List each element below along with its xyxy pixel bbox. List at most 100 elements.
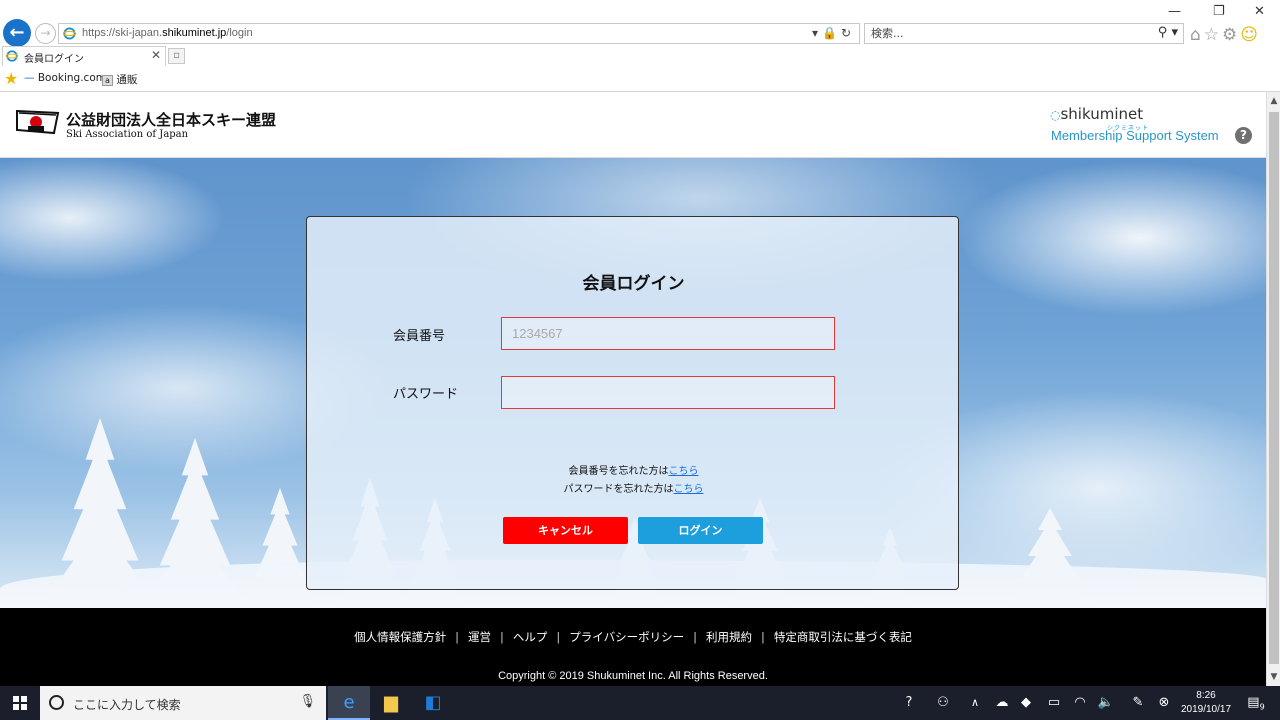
people-icon[interactable]: ⚇	[932, 686, 954, 720]
refresh-icon[interactable]: ↻	[841, 26, 855, 40]
favorite-booking-label: Booking.com	[37, 72, 106, 84]
login-button[interactable]: ログイン	[638, 517, 763, 544]
help-button[interactable]: ?	[1235, 127, 1252, 144]
scroll-thumb[interactable]	[1269, 112, 1279, 664]
footer-link-help[interactable]: ヘルプ	[513, 630, 548, 644]
notification-center-icon[interactable]: ▤9	[1244, 686, 1268, 720]
address-tools: ▾🔒↻	[812, 26, 855, 40]
search-icon[interactable]: ⚲	[1158, 25, 1168, 40]
favorite-booking[interactable]: — Booking.com	[24, 72, 106, 84]
taskbar-search-text: ここに入力して検索	[73, 698, 181, 712]
show-hidden-icons-chevron-icon[interactable]: ∧	[966, 686, 984, 720]
favorites-star-icon[interactable]: ★	[4, 69, 18, 88]
smiley-feedback-icon[interactable]: ☺	[1240, 25, 1261, 45]
address-url[interactable]: https://ski-japan.shikuminet.jp/login	[82, 27, 253, 39]
brand-name: shikuminet	[1060, 105, 1144, 123]
tab-strip: 会員ログイン ✕ ▫	[0, 46, 1280, 66]
booking-icon: —	[24, 72, 35, 84]
dropdown-icon[interactable]: ▾	[812, 26, 822, 40]
taskbar-explorer-icon[interactable]: ▆	[370, 686, 412, 720]
footer-link-privacy-policy[interactable]: 個人情報保護方針	[354, 630, 446, 644]
favorite-shopping[interactable]: a 通販	[102, 72, 137, 87]
gear-icon[interactable]: ⚙	[1222, 25, 1240, 45]
new-tab-button[interactable]: ▫	[168, 48, 185, 64]
password-input[interactable]	[501, 376, 835, 409]
ie-page-icon	[63, 27, 76, 40]
minimize-icon[interactable]: —	[1168, 4, 1181, 19]
clock-date: 2019/10/17	[1180, 704, 1232, 715]
browser-search-box[interactable]: ⚲ ▾	[864, 23, 1184, 44]
shikuminet-swirl-icon: ◌	[1050, 108, 1061, 122]
network-error-icon[interactable]: ⊗	[1154, 686, 1174, 720]
site-header: 公益財団法人全日本スキー連盟 Ski Association of Japan …	[0, 92, 1266, 158]
lock-icon[interactable]: 🔒	[822, 26, 841, 40]
address-bar[interactable]: https://ski-japan.shikuminet.jp/login ▾🔒…	[58, 23, 860, 44]
taskbar-ie-icon[interactable]: e	[328, 686, 370, 720]
new-tab-icon: ▫	[173, 50, 180, 61]
taskbar-search-box[interactable]: ここに入力して検索 🎙	[40, 686, 326, 720]
footer-separator: |	[693, 630, 697, 644]
footer-link-terms[interactable]: 利用規約	[706, 630, 752, 644]
close-window-icon[interactable]: ✕	[1254, 4, 1265, 19]
toolbar-icons: ⌂☆⚙☺	[1190, 25, 1261, 45]
restore-icon[interactable]: ❐	[1213, 4, 1225, 19]
shikuminet-logo: ◌shikuminet	[1050, 105, 1143, 123]
login-panel: 会員ログイン 会員番号 パスワード 会員番号を忘れた方はこちら パスワードを忘れ…	[306, 216, 959, 590]
microphone-icon[interactable]: 🎙	[299, 694, 316, 709]
forward-button[interactable]: →	[35, 23, 56, 44]
clock-time: 8:26	[1196, 690, 1216, 701]
url-path: /login	[226, 27, 253, 39]
member-number-input[interactable]	[501, 317, 835, 350]
wifi-icon[interactable]: ◠	[1070, 686, 1090, 720]
windows-taskbar: ここに入力して検索 🎙 e ▆ ◧ ? ⚇ ∧ ☁ ◆ ▭ ◠ 🔈 ✎ ⊗ 8:…	[0, 686, 1280, 720]
copyright: Copyright © 2019 Shukuminet Inc. All Rig…	[498, 670, 768, 682]
tab-close-icon[interactable]: ✕	[151, 48, 161, 62]
tab-login[interactable]: 会員ログイン ✕	[2, 46, 166, 66]
footer-separator: |	[556, 630, 561, 644]
forgot-member-text: 会員番号を忘れた方は	[568, 466, 669, 477]
forgot-password-text: パスワードを忘れた方は	[563, 484, 674, 495]
browser-chrome: ← → https://ski-japan.shikuminet.jp/logi…	[0, 0, 1280, 92]
hero-background: 会員ログイン 会員番号 パスワード 会員番号を忘れた方はこちら パスワードを忘れ…	[0, 158, 1266, 608]
back-button[interactable]: ←	[3, 19, 31, 47]
footer-separator: |	[760, 630, 765, 644]
home-icon[interactable]: ⌂	[1190, 25, 1204, 45]
ie-tab-icon	[6, 50, 18, 62]
site-footer: 個人情報保護方針 | 運営 | ヘルプ | プライバシーポリシー | 利用規約 | 特定商取引法に基…	[0, 608, 1266, 686]
help-tray-icon[interactable]: ?	[898, 686, 920, 720]
footer-link-privacy[interactable]: プライバシーポリシー	[569, 630, 684, 644]
favorites-bar: ★ — Booking.com a 通販	[0, 66, 1280, 92]
org-name-en: Ski Association of Japan	[66, 129, 189, 140]
forgot-password-line: パスワードを忘れた方はこちら	[307, 480, 960, 495]
battery-icon[interactable]: ▭	[1044, 686, 1064, 720]
url-host: shikuminet.jp	[162, 27, 227, 39]
start-button[interactable]	[0, 686, 40, 720]
taskbar-outlook-icon[interactable]: ◧	[412, 686, 454, 720]
dropbox-icon[interactable]: ◆	[1016, 686, 1036, 720]
tab-title: 会員ログイン	[24, 54, 84, 65]
favorites-star-icon[interactable]: ☆	[1204, 25, 1222, 45]
forgot-password-link[interactable]: こちら	[674, 484, 704, 495]
onedrive-cloud-icon[interactable]: ☁	[992, 686, 1012, 720]
cancel-button[interactable]: キャンセル	[503, 517, 628, 544]
cortana-icon	[49, 695, 64, 710]
url-scheme: https://ski-japan.	[82, 27, 163, 39]
volume-icon[interactable]: 🔈	[1096, 686, 1116, 720]
page-scrollbar[interactable]: ▲ ▼	[1266, 92, 1280, 686]
scroll-down-icon[interactable]: ▼	[1267, 668, 1280, 686]
browser-search-input[interactable]	[871, 26, 1141, 41]
favorite-shopping-label: 通販	[116, 74, 138, 86]
search-dropdown-icon[interactable]: ▾	[1171, 25, 1178, 40]
saj-flag-logo	[16, 109, 60, 135]
search-icons: ⚲ ▾	[1158, 25, 1178, 40]
footer-link-commerce-law[interactable]: 特定商取引法に基づく表記	[774, 630, 912, 644]
footer-link-operator[interactable]: 運営	[468, 630, 491, 644]
footer-separator: |	[455, 630, 460, 644]
taskbar-clock[interactable]: 8:26 2019/10/17	[1176, 689, 1236, 717]
question-icon: ?	[1240, 128, 1247, 142]
scroll-up-icon[interactable]: ▲	[1267, 92, 1280, 110]
forgot-member-link[interactable]: こちら	[669, 466, 699, 477]
pen-icon[interactable]: ✎	[1128, 686, 1148, 720]
member-number-label: 会員番号	[393, 329, 446, 344]
footer-links: 個人情報保護方針 | 運営 | ヘルプ | プライバシーポリシー | 利用規約 | 特定商取引法に基…	[0, 629, 1266, 645]
